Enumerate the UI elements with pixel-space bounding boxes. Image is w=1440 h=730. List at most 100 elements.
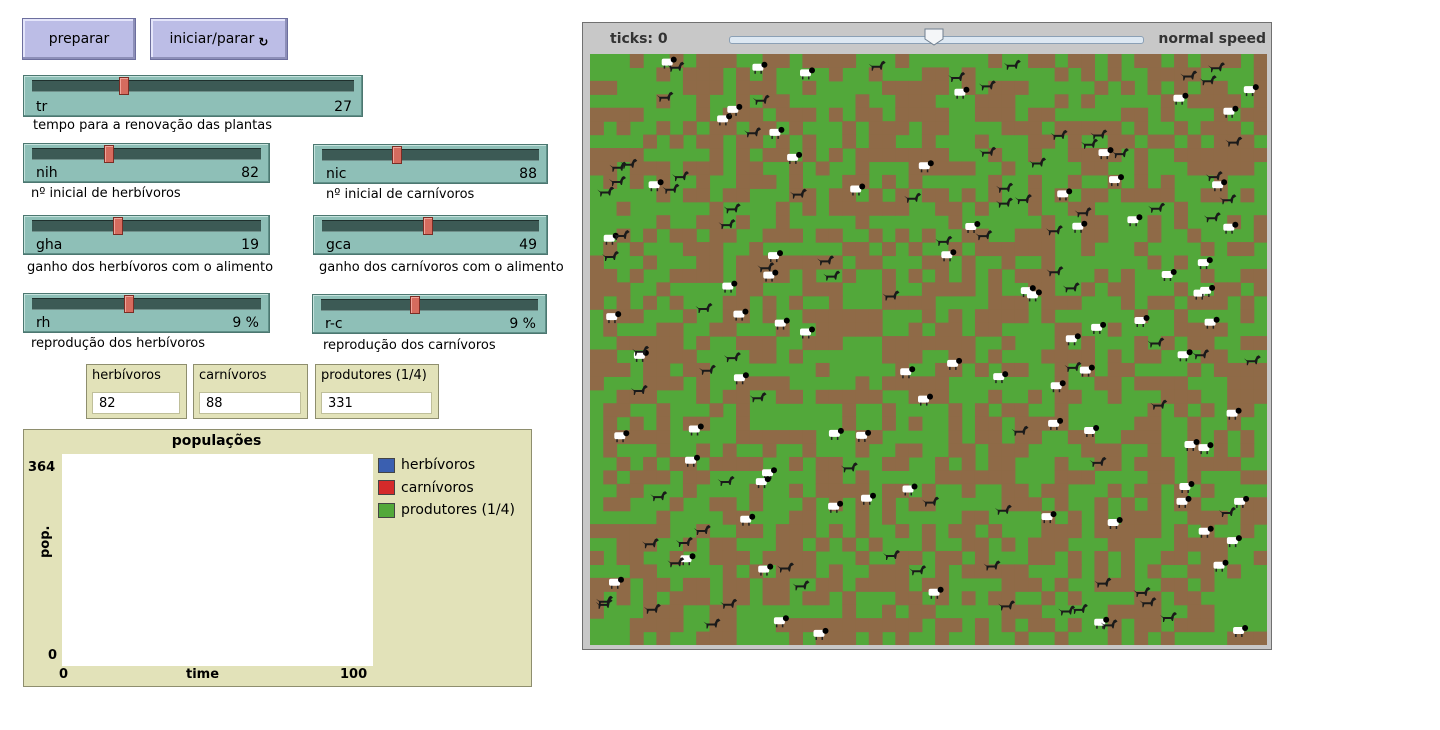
- dirt-patch: [1094, 161, 1109, 176]
- dirt-patch: [709, 403, 724, 418]
- dirt-patch: [921, 282, 936, 297]
- dirt-patch: [1240, 510, 1255, 525]
- slider-gca[interactable]: gca 49: [313, 215, 548, 255]
- dirt-patch: [709, 497, 724, 512]
- speed-slider-knob[interactable]: [924, 28, 944, 46]
- dirt-patch: [1028, 121, 1042, 136]
- slider-name: r-c: [325, 316, 343, 332]
- dirt-patch: [629, 148, 644, 163]
- dirt-patch: [1107, 537, 1122, 552]
- dirt-patch: [815, 161, 830, 176]
- legend-label: carnívoros: [401, 479, 474, 496]
- plot-title: populações: [171, 433, 262, 449]
- dirt-patch: [868, 67, 883, 82]
- dirt-patch: [1200, 483, 1215, 498]
- go-button[interactable]: iniciar/parar ↻: [150, 18, 288, 60]
- dirt-patch: [1227, 456, 1242, 471]
- dirt-patch: [1028, 389, 1042, 404]
- slider-r-c[interactable]: r-c 9 %: [312, 294, 547, 334]
- dirt-patch: [736, 389, 750, 404]
- slider-knob[interactable]: [104, 145, 115, 163]
- dirt-patch: [643, 618, 657, 633]
- dirt-patch: [709, 268, 724, 283]
- dirt-patch: [1081, 148, 1096, 163]
- slider-knob[interactable]: [119, 77, 130, 95]
- dirt-patch: [1001, 403, 1016, 418]
- dirt-patch: [1094, 268, 1109, 283]
- dirt-patch: [895, 228, 910, 243]
- dirt-patch: [709, 631, 724, 645]
- dirt-patch: [868, 134, 883, 149]
- slider-track[interactable]: [32, 80, 354, 92]
- dirt-patch: [868, 255, 883, 270]
- dirt-patch: [974, 242, 989, 257]
- dirt-patch: [696, 376, 711, 391]
- world-canvas[interactable]: [590, 54, 1267, 645]
- dirt-patch: [736, 268, 750, 283]
- dirt-patch: [1028, 497, 1042, 512]
- dirt-patch: [603, 524, 618, 539]
- dirt-patch: [1240, 107, 1255, 122]
- dirt-patch: [616, 591, 631, 606]
- slider-track[interactable]: [321, 299, 538, 311]
- slider-track[interactable]: [32, 148, 261, 160]
- slider-knob[interactable]: [392, 146, 403, 164]
- slider-nih[interactable]: nih 82: [23, 143, 270, 183]
- dirt-patch: [828, 228, 843, 243]
- population-plot[interactable]: populações 364 0 pop. 0 time 100 herbívo…: [23, 429, 532, 687]
- dirt-patch: [1187, 564, 1202, 579]
- slider-track[interactable]: [32, 220, 261, 232]
- setup-button[interactable]: preparar: [22, 18, 136, 60]
- dirt-patch: [1001, 456, 1016, 471]
- dirt-patch: [868, 188, 883, 203]
- dirt-patch: [855, 443, 870, 458]
- slider-knob[interactable]: [123, 295, 134, 313]
- dirt-patch: [1134, 121, 1149, 136]
- dirt-patch: [709, 67, 724, 82]
- dirt-patch: [802, 134, 817, 149]
- dirt-patch: [736, 282, 750, 297]
- dirt-patch: [1001, 470, 1016, 485]
- dirt-patch: [629, 107, 644, 122]
- slider-track[interactable]: [322, 149, 539, 161]
- dirt-patch: [842, 591, 857, 606]
- slider-knob[interactable]: [410, 296, 420, 314]
- dirt-patch: [815, 577, 830, 592]
- dirt-patch: [1187, 537, 1202, 552]
- slider-knob[interactable]: [423, 217, 434, 235]
- dirt-patch: [921, 537, 936, 552]
- slider-value: 49: [519, 237, 537, 253]
- dirt-patch: [1160, 456, 1175, 471]
- dirt-patch: [1001, 443, 1016, 458]
- slider-rh[interactable]: rh 9 %: [23, 293, 270, 333]
- dirt-patch: [815, 362, 830, 377]
- dirt-patch: [722, 121, 737, 136]
- slider-knob[interactable]: [113, 217, 124, 235]
- dirt-patch: [1187, 67, 1202, 82]
- slider-tr[interactable]: tr 27: [23, 75, 363, 117]
- dirt-patch: [669, 336, 684, 351]
- world-view[interactable]: ticks: 0 normal speed: [582, 22, 1272, 650]
- dirt-patch: [696, 80, 711, 95]
- dirt-patch: [1014, 80, 1029, 95]
- dirt-patch: [682, 577, 697, 592]
- slider-gha[interactable]: gha 19: [23, 215, 270, 255]
- dirt-patch: [1200, 54, 1215, 69]
- dirt-patch: [935, 362, 950, 377]
- dirt-patch: [1134, 148, 1149, 163]
- dirt-patch: [590, 107, 604, 122]
- dirt-patch: [590, 282, 604, 297]
- dirt-patch: [815, 389, 830, 404]
- dirt-patch: [590, 550, 604, 566]
- dirt-patch: [1147, 134, 1162, 149]
- slider-track[interactable]: [32, 298, 261, 310]
- dirt-patch: [882, 282, 896, 297]
- dirt-patch: [629, 268, 644, 283]
- dirt-patch: [921, 80, 936, 95]
- dirt-patch: [1253, 94, 1267, 109]
- dirt-patch: [1041, 295, 1056, 310]
- slider-nic[interactable]: nic 88: [313, 144, 548, 184]
- dirt-patch: [828, 631, 843, 645]
- dirt-patch: [643, 362, 657, 377]
- dirt-patch: [974, 550, 989, 566]
